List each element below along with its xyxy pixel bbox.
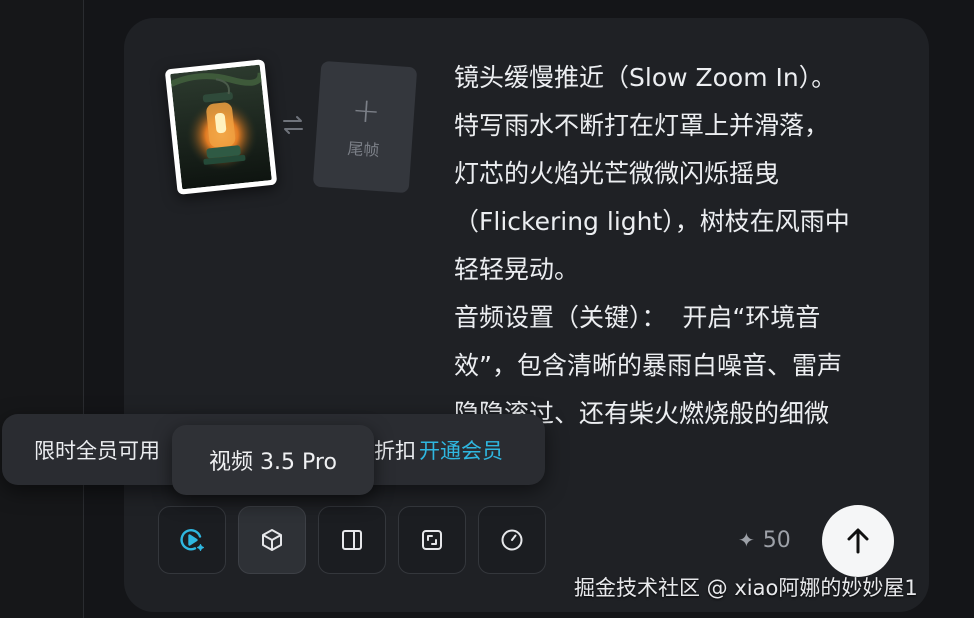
tail-frame-label: 尾帧 [346,138,381,161]
resolution-button[interactable] [398,506,466,574]
video-generate-icon [180,529,204,551]
duration-button[interactable] [478,506,546,574]
plus-icon: + [350,90,382,132]
left-rail [0,0,84,618]
model-tooltip: 视频 3.5 Pro [172,425,374,495]
promo-discount-text: 折扣 [374,438,416,463]
cube-model-icon [262,529,282,551]
aspect-ratio-button[interactable] [318,506,386,574]
promo-text: 限时全员可用 [34,438,160,463]
duration-icon [501,529,523,551]
credits-count: 50 [762,527,791,553]
arrow-up-icon [847,528,869,554]
watermark: 掘金技术社区 @ xiao阿娜的妙妙屋1 [574,576,918,600]
open-membership-link[interactable]: 开通会员 [419,435,503,465]
resolution-icon [422,530,442,550]
sparkle-icon: ✦ [738,528,755,552]
lantern-image [170,64,272,190]
tail-frame-upload[interactable]: + 尾帧 [312,60,418,194]
video-generate-button[interactable] [158,506,226,574]
aspect-ratio-icon [342,530,362,550]
model-select-button[interactable] [238,506,306,574]
credits-indicator: ✦ 50 [738,524,791,556]
send-button[interactable] [822,505,894,577]
prompt-input[interactable]: 镜头缓慢推近（Slow Zoom In）。 特写雨水不断打在灯罩上并滑落， 灯芯… [454,54,894,438]
swap-frames-icon[interactable] [280,112,306,138]
rail-divider [83,0,84,618]
start-frame-thumbnail[interactable] [164,59,278,195]
